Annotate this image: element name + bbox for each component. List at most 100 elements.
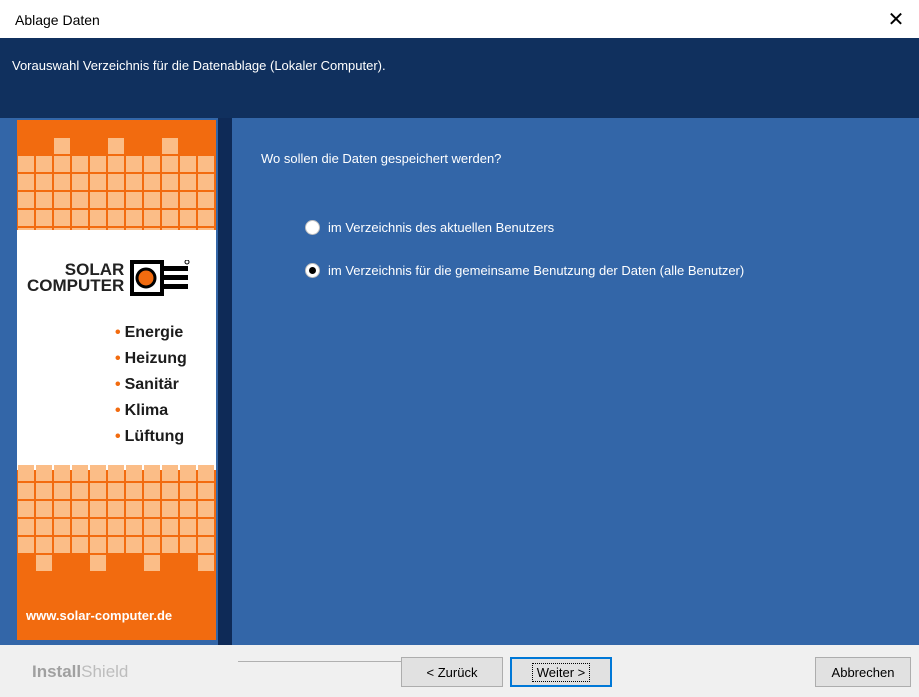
- banner-grid-top: [17, 120, 216, 244]
- banner-grid-cell: [108, 519, 124, 535]
- banner-grid-cell: [18, 192, 34, 208]
- banner-url: www.solar-computer.de: [26, 608, 173, 623]
- banner-grid-cell: [108, 138, 124, 154]
- feature-list: • Energie • Heizung • Sanitär • Klima • Lüftu…: [115, 320, 187, 450]
- banner-grid-cell: [36, 465, 52, 481]
- banner-grid-cell: [72, 156, 88, 172]
- feature-item: • Klima: [115, 402, 169, 419]
- banner-grid-cell: [198, 174, 214, 190]
- banner-grid-cell: [180, 174, 196, 190]
- banner-grid-cell: [144, 465, 160, 481]
- header-panel: Vorauswahl Verzeichnis für die Datenabla…: [0, 38, 919, 118]
- footer-bar: InstallShield < Zurück Weiter > Abbreche…: [0, 645, 919, 697]
- close-icon[interactable]: ✕: [873, 0, 919, 38]
- banner-grid-cell: [144, 537, 160, 553]
- feature-item: • Lüftung: [115, 428, 185, 445]
- window-title: Ablage Daten: [15, 12, 100, 28]
- banner-grid-cell: [162, 465, 178, 481]
- radio-all-users[interactable]: im Verzeichnis für die gemeinsame Benutz…: [305, 263, 744, 278]
- banner-grid-cell: [54, 465, 70, 481]
- banner-grid-cell: [108, 465, 124, 481]
- banner-grid-cell: [36, 555, 52, 571]
- banner-grid-cell: [72, 210, 88, 226]
- banner-grid-cell: [198, 483, 214, 499]
- banner-grid-cell: [126, 192, 142, 208]
- banner-grid-cell: [90, 156, 106, 172]
- banner-grid-cell: [144, 156, 160, 172]
- banner-grid-cell: [126, 501, 142, 517]
- banner-border: [218, 118, 232, 645]
- banner-grid-cell: [180, 465, 196, 481]
- banner-grid-cell: [180, 483, 196, 499]
- banner-grid-cell: [198, 537, 214, 553]
- logo-mark-icon: [130, 260, 190, 296]
- banner-grid-cell: [144, 519, 160, 535]
- banner-grid-cell: [72, 192, 88, 208]
- banner-grid-cell: [126, 483, 142, 499]
- banner-grid-cell: [72, 537, 88, 553]
- solar-computer-logo: SOLAR COMPUTER: [27, 260, 192, 296]
- banner-grid-cell: [144, 501, 160, 517]
- banner-grid-cell: [90, 519, 106, 535]
- banner-grid-cell: [90, 537, 106, 553]
- header-description: Vorauswahl Verzeichnis für die Datenabla…: [12, 58, 386, 73]
- banner-grid-cell: [90, 465, 106, 481]
- banner-grid-cell: [144, 192, 160, 208]
- banner-grid-cell: [180, 501, 196, 517]
- cancel-button[interactable]: Abbrechen: [815, 657, 911, 687]
- banner-grid-cell: [126, 174, 142, 190]
- brand-line-2: COMPUTER: [27, 276, 125, 295]
- banner-grid-cell: [162, 138, 178, 154]
- banner-grid-cell: [162, 192, 178, 208]
- banner-logo-area: SOLAR COMPUTER • Energie • Heizung • Sanitä…: [17, 230, 216, 470]
- banner-grid-cell: [72, 483, 88, 499]
- banner-grid-cell: [180, 210, 196, 226]
- banner-grid-cell: [18, 156, 34, 172]
- banner-grid-cell: [198, 192, 214, 208]
- radio-current-user[interactable]: im Verzeichnis des aktuellen Benutzers: [305, 220, 554, 235]
- banner-grid-cell: [108, 483, 124, 499]
- banner-grid-cell: [162, 174, 178, 190]
- banner-grid-cell: [36, 519, 52, 535]
- banner-grid-cell: [54, 174, 70, 190]
- banner-grid-cell: [90, 483, 106, 499]
- banner-grid-cell: [36, 501, 52, 517]
- banner-grid-cell: [90, 192, 106, 208]
- banner-grid-cell: [18, 174, 34, 190]
- banner-grid-cell: [126, 156, 142, 172]
- banner-grid-cell: [108, 156, 124, 172]
- radio-label: im Verzeichnis des aktuellen Benutzers: [328, 220, 555, 235]
- banner-grid-cell: [90, 174, 106, 190]
- banner-grid-cell: [198, 465, 214, 481]
- next-button[interactable]: Weiter >: [510, 657, 612, 687]
- banner-grid-cell: [144, 555, 160, 571]
- banner-grid-cell: [162, 156, 178, 172]
- banner-grid-cell: [108, 174, 124, 190]
- banner-grid-cell: [36, 156, 52, 172]
- banner-grid-cell: [72, 519, 88, 535]
- banner-grid-cell: [54, 138, 70, 154]
- banner-grid-cell: [162, 501, 178, 517]
- radio-button[interactable]: [305, 220, 320, 235]
- banner-grid-bottom: [17, 465, 216, 585]
- radio-button[interactable]: [305, 263, 320, 278]
- banner-grid-cell: [18, 483, 34, 499]
- banner-grid-cell: [180, 192, 196, 208]
- banner-grid-cell: [54, 483, 70, 499]
- solar-computer-banner: SOLAR COMPUTER • Energie • Heizung • Sanitä…: [17, 120, 216, 640]
- banner-grid-cell: [144, 483, 160, 499]
- banner-grid-cell: [90, 555, 106, 571]
- banner-grid-cell: [18, 210, 34, 226]
- back-button[interactable]: < Zurück: [401, 657, 503, 687]
- banner-grid-cell: [108, 501, 124, 517]
- banner-grid-cell: [54, 210, 70, 226]
- footer-divider: [238, 661, 403, 662]
- banner-grid-cell: [36, 174, 52, 190]
- banner-grid-cell: [18, 519, 34, 535]
- banner-grid-cell: [126, 210, 142, 226]
- title-bar: Ablage Daten ✕: [0, 0, 919, 38]
- banner-grid-cell: [198, 501, 214, 517]
- banner-grid-cell: [36, 192, 52, 208]
- banner-grid-cell: [54, 192, 70, 208]
- banner-grid-cell: [108, 192, 124, 208]
